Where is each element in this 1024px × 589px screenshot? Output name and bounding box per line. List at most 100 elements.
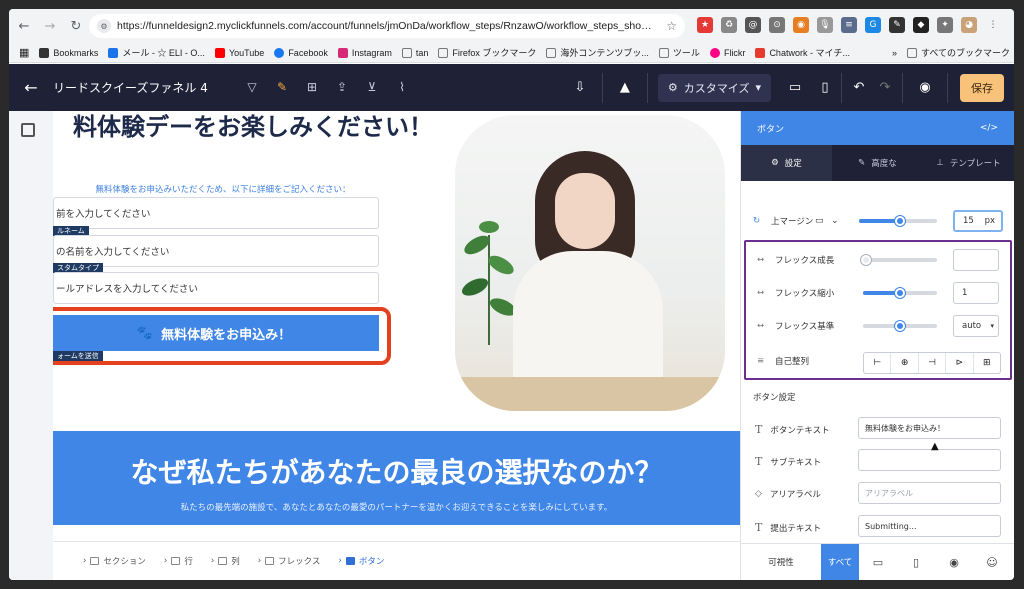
cart-icon[interactable]: ⊻ <box>364 79 380 95</box>
extension-icon[interactable]: G <box>865 17 881 33</box>
pencil-icon[interactable]: ✎ <box>274 79 290 95</box>
bookmark-star-icon[interactable]: ☆ <box>666 19 677 33</box>
bookmark-item[interactable]: tan <box>401 47 428 58</box>
bookmark-item[interactable]: YouTube <box>214 47 264 58</box>
flex-grow-input[interactable] <box>953 249 999 271</box>
breadcrumb-column[interactable]: › 列 <box>211 555 240 567</box>
import-icon[interactable]: ⇩ <box>562 73 598 103</box>
hero-photo[interactable] <box>455 115 725 411</box>
address-bar[interactable]: ⚙ https://funneldesign2.myclickfunnels.c… <box>89 14 685 38</box>
aria-input[interactable]: アリアラベル <box>858 482 1001 504</box>
eyedropper-icon[interactable]: ✎ <box>889 17 905 33</box>
extension-icon[interactable]: ≡ <box>841 17 857 33</box>
paw-icon: 🐾 <box>136 325 154 341</box>
page-headline[interactable]: 料体験デーをお楽しみください！ <box>53 113 453 142</box>
filter-icon[interactable]: ▽ <box>244 79 260 95</box>
extension-icon[interactable]: ⊙ <box>769 17 785 33</box>
desktop-icon[interactable]: ▭ <box>815 216 824 226</box>
submit-text-input[interactable]: Submitting... <box>858 515 1001 537</box>
slider-knob[interactable] <box>895 321 905 331</box>
mobile-view-icon[interactable]: ▯ <box>813 73 837 103</box>
mobile-icon[interactable]: ▯ <box>897 544 935 581</box>
desktop-view-icon[interactable]: ▭ <box>777 73 813 103</box>
code-icon[interactable]: </> <box>980 123 998 133</box>
bookmark-item[interactable]: Chatwork - マイチ... <box>755 46 850 59</box>
button-text-input[interactable]: 無料体験をお申込み！ <box>858 417 1001 439</box>
bookmark-item[interactable]: Flickr <box>709 47 745 58</box>
microphone-icon[interactable]: 🎙 <box>817 17 833 33</box>
back-arrow-icon[interactable]: ← <box>13 15 35 37</box>
bookmarks-overflow[interactable]: » <box>892 48 897 58</box>
why-us-section[interactable]: なぜ私たちがあなたの最良の選択なのか？ 私たちの最先端の施設で、あなたとあなたの… <box>53 431 740 525</box>
align-stretch-icon[interactable]: ⊞ <box>974 353 1000 373</box>
customize-dropdown[interactable]: ⚙ カスタマイズ ▾ <box>657 73 771 102</box>
slider-knob[interactable] <box>895 288 905 298</box>
breadcrumb-button[interactable]: › ボタン <box>338 555 384 567</box>
desktop-icon[interactable]: ▭ <box>859 544 897 581</box>
apps-grid-icon[interactable]: ▦ <box>19 46 29 59</box>
preview-eye-icon[interactable]: ◉ <box>907 73 943 103</box>
eye-icon[interactable]: ◉ <box>935 544 973 581</box>
flex-shrink-input[interactable]: 1 <box>953 282 999 304</box>
extension-icon[interactable]: ★ <box>697 17 713 33</box>
extension-icon[interactable]: ◆ <box>913 17 929 33</box>
bookmark-item[interactable]: 海外コンテンツブッ... <box>546 46 649 59</box>
flex-basis-select[interactable]: auto ▾ <box>953 315 999 337</box>
bookmark-item[interactable]: ツール <box>658 46 700 59</box>
chevron-down-icon[interactable]: ⌄ <box>831 216 839 226</box>
slider-knob[interactable] <box>861 255 871 265</box>
align-start-icon[interactable]: ⊢ <box>864 353 892 373</box>
align-baseline-icon[interactable]: ⊳ <box>946 353 974 373</box>
redo-icon[interactable]: ↷ <box>872 73 898 103</box>
extension-icon[interactable]: ◉ <box>793 17 809 33</box>
upload-icon[interactable]: ⇪ <box>334 79 350 95</box>
email-field[interactable]: ールアドレスを入力してください <box>53 272 379 304</box>
flex-grow-label: フレックス成長 <box>775 256 835 266</box>
bookmark-item[interactable]: Instagram <box>337 47 392 58</box>
reset-icon[interactable]: ↻ <box>753 216 760 226</box>
flex-grow-slider[interactable] <box>861 255 937 265</box>
sitemap-icon[interactable]: ⊞ <box>304 79 320 95</box>
puzzle-icon[interactable]: ✦ <box>937 17 953 33</box>
sidebar-toggle-icon[interactable] <box>21 123 35 137</box>
visibility-all-button[interactable]: すべて <box>821 543 859 580</box>
bookmark-item[interactable]: Bookmarks <box>39 47 98 58</box>
breadcrumb-flex[interactable]: › フレックス <box>258 555 321 567</box>
page-subtext[interactable]: 無料体験をお申込みいただくため、以下に詳細をご記入ください： <box>53 183 393 195</box>
top-margin-slider[interactable] <box>859 216 937 226</box>
breadcrumb-label: フレックス <box>278 557 321 567</box>
undo-icon[interactable]: ↶ <box>846 73 872 103</box>
extension-icon[interactable]: @ <box>745 17 761 33</box>
all-bookmarks[interactable]: すべてのブックマーク <box>906 46 1010 59</box>
menu-dots-icon[interactable]: ⋮ <box>985 17 1001 33</box>
warning-icon[interactable]: ▲ <box>607 73 643 103</box>
breadcrumb-section[interactable]: › セクション <box>83 555 146 567</box>
reload-icon[interactable]: ↻ <box>65 15 87 37</box>
flex-basis-slider[interactable] <box>863 321 937 331</box>
back-button[interactable]: ← <box>17 74 45 102</box>
save-button[interactable]: 保存 <box>960 73 1004 102</box>
site-info-icon[interactable]: ⚙ <box>97 19 111 33</box>
flex-shrink-slider[interactable] <box>863 288 937 298</box>
subtext-input[interactable] <box>858 449 1001 471</box>
tab-templates[interactable]: ⊥ テンプレート <box>923 145 1014 181</box>
bookmark-item[interactable]: Firefox ブックマーク <box>438 46 536 59</box>
tab-advanced[interactable]: ✎ 高度な <box>832 145 923 181</box>
align-end-icon[interactable]: ⊣ <box>919 353 947 373</box>
name-field[interactable]: 前を入力してください <box>53 197 379 229</box>
extension-icon[interactable]: ♻ <box>721 17 737 33</box>
profile-avatar[interactable]: ◕ <box>961 17 977 33</box>
bookmark-item[interactable]: メール - ☆ ELI - O... <box>108 46 205 59</box>
breadcrumb-row[interactable]: › 行 <box>164 555 193 567</box>
slider-knob[interactable] <box>895 216 905 226</box>
unit-label[interactable]: px <box>985 216 995 226</box>
bookmark-icon <box>39 47 50 58</box>
tab-settings[interactable]: ⚙ 設定 <box>741 145 832 181</box>
forward-arrow-icon[interactable]: → <box>39 15 61 37</box>
align-center-icon[interactable]: ⊕ <box>891 353 919 373</box>
bookmark-item[interactable]: Facebook <box>274 47 328 58</box>
analytics-icon[interactable]: ⌇ <box>394 79 410 95</box>
chat-support-icon[interactable]: ☺ <box>973 544 1011 581</box>
submit-button[interactable]: 🐾 無料体験をお申込み！ <box>53 315 379 351</box>
top-margin-input[interactable]: 15 px <box>953 210 1003 232</box>
